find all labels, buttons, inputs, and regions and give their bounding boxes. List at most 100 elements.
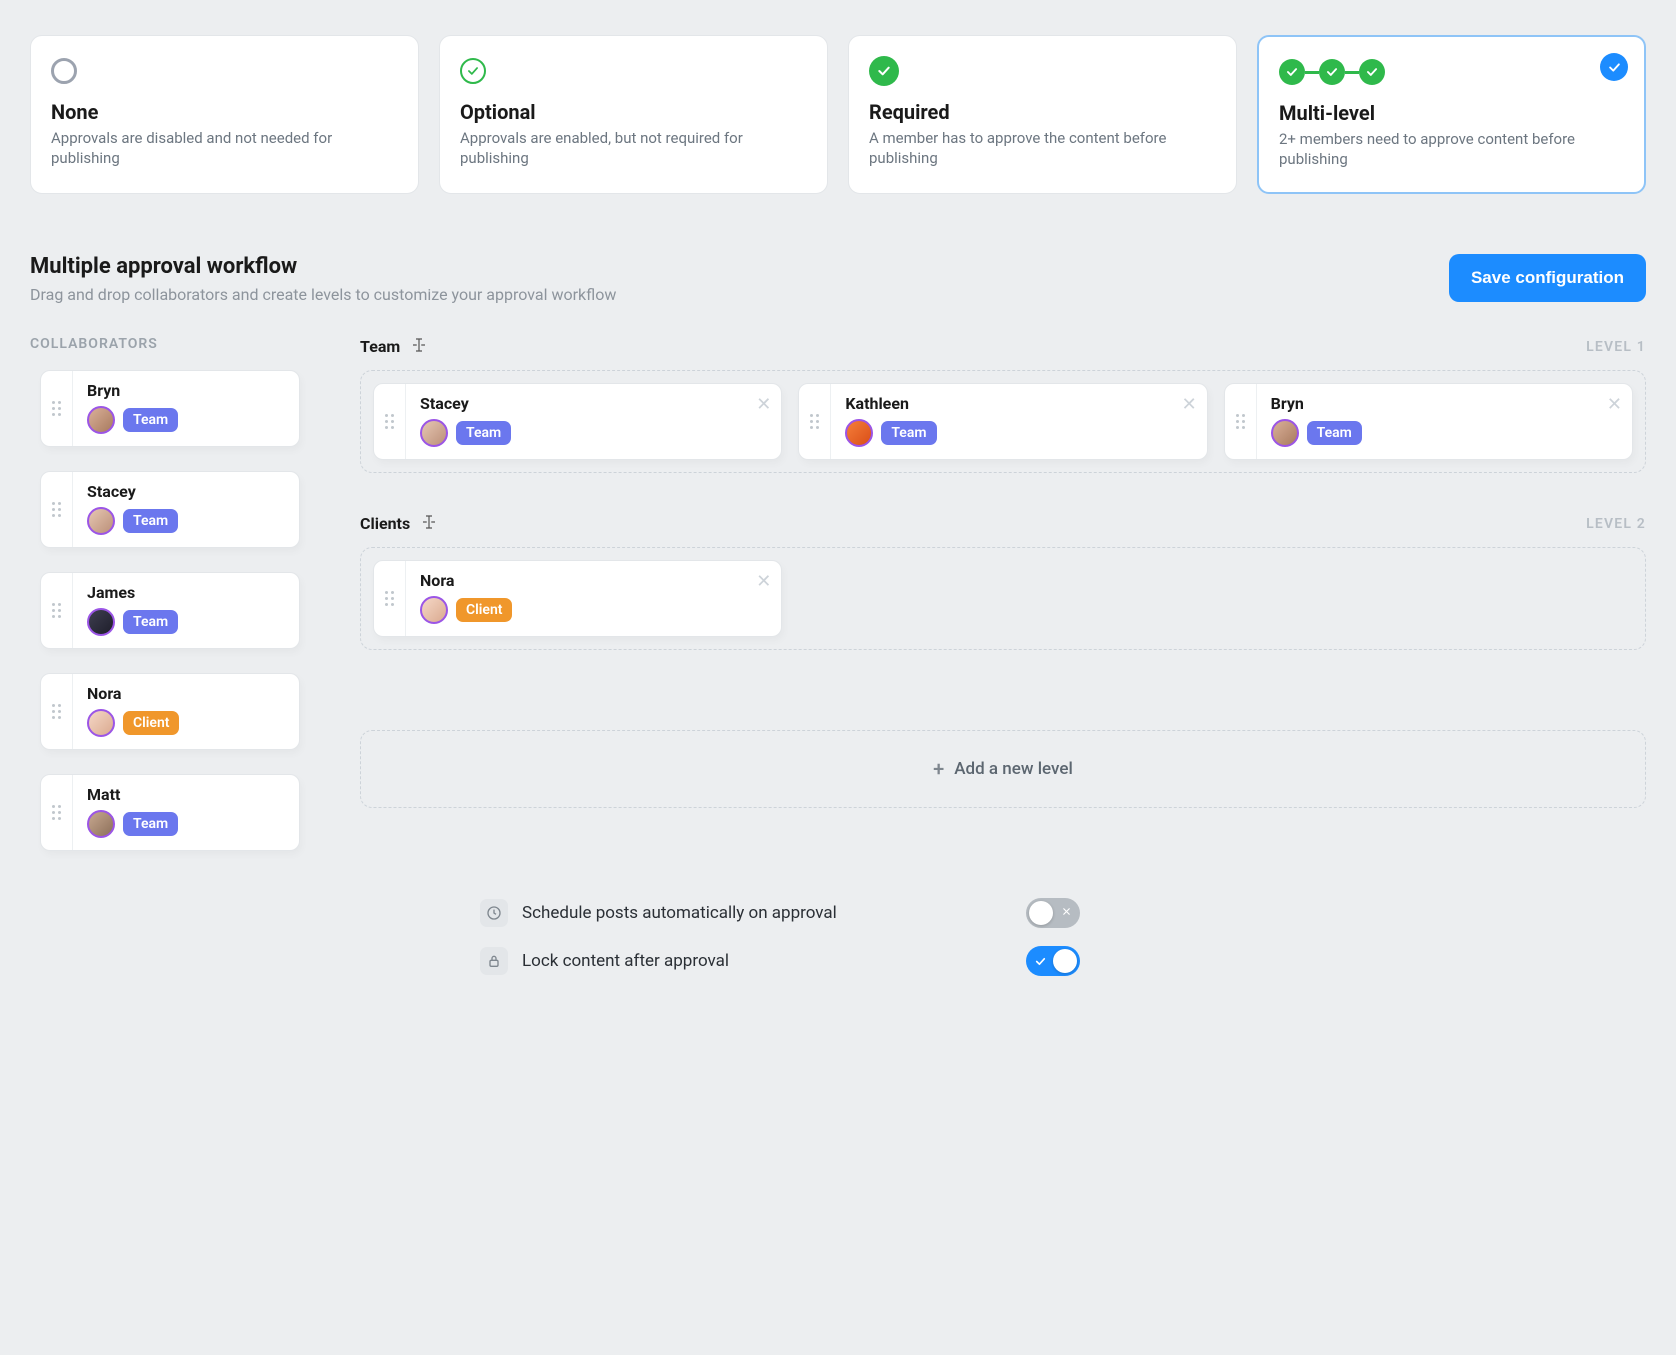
collaborators-column: COLLABORATORS Bryn Team Stacey Team bbox=[30, 336, 300, 851]
person-card[interactable]: Nora Client bbox=[40, 673, 300, 750]
circle-empty-icon bbox=[51, 58, 77, 84]
drag-handle-icon[interactable] bbox=[374, 384, 406, 459]
workflow-title: Multiple approval workflow bbox=[30, 254, 616, 279]
level-dropzone[interactable]: ✕ Stacey Team ✕ Kathleen Team ✕ Bryn bbox=[360, 370, 1646, 473]
lock-icon bbox=[480, 947, 508, 975]
avatar bbox=[420, 596, 448, 624]
rename-level-icon[interactable] bbox=[410, 336, 428, 358]
drag-handle-icon[interactable] bbox=[41, 775, 73, 850]
approval-options-row: None Approvals are disabled and not need… bbox=[30, 35, 1646, 194]
drag-handle-icon[interactable] bbox=[799, 384, 831, 459]
drag-handle-icon[interactable] bbox=[1225, 384, 1257, 459]
option-required-desc: A member has to approve the content befo… bbox=[869, 128, 1216, 169]
level-number: LEVEL 2 bbox=[1586, 516, 1646, 532]
check-outline-icon bbox=[460, 58, 486, 84]
role-tag: Team bbox=[881, 421, 936, 445]
workflow-body: COLLABORATORS Bryn Team Stacey Team bbox=[30, 336, 1646, 976]
role-tag: Team bbox=[123, 408, 178, 432]
drag-handle-icon[interactable] bbox=[374, 561, 406, 636]
option-none[interactable]: None Approvals are disabled and not need… bbox=[30, 35, 419, 194]
remove-person-icon[interactable]: ✕ bbox=[1607, 394, 1622, 415]
save-configuration-button[interactable]: Save configuration bbox=[1449, 254, 1646, 302]
lock-toggle[interactable] bbox=[1026, 946, 1080, 976]
add-level-button[interactable]: + Add a new level bbox=[360, 730, 1646, 808]
option-none-desc: Approvals are disabled and not needed fo… bbox=[51, 128, 398, 169]
avatar bbox=[87, 406, 115, 434]
person-name: Nora bbox=[87, 684, 285, 703]
person-card[interactable]: Matt Team bbox=[40, 774, 300, 851]
collaborators-list: Bryn Team Stacey Team James bbox=[30, 370, 300, 851]
remove-person-icon[interactable]: ✕ bbox=[756, 394, 771, 415]
add-level-label: Add a new level bbox=[954, 759, 1073, 779]
option-multi-desc: 2+ members need to approve content befor… bbox=[1279, 129, 1624, 170]
person-name: James bbox=[87, 583, 285, 602]
person-card[interactable]: ✕ Bryn Team bbox=[1224, 383, 1633, 460]
person-card[interactable]: Stacey Team bbox=[40, 471, 300, 548]
role-tag: Team bbox=[123, 610, 178, 634]
person-name: Bryn bbox=[1271, 394, 1618, 413]
drag-handle-icon[interactable] bbox=[41, 573, 73, 648]
person-name: Bryn bbox=[87, 381, 285, 400]
person-name: Stacey bbox=[87, 482, 285, 501]
setting-schedule-label: Schedule posts automatically on approval bbox=[522, 903, 1012, 923]
level-number: LEVEL 1 bbox=[1586, 339, 1646, 355]
setting-lock-row: Lock content after approval bbox=[480, 946, 1080, 976]
approval-settings: Schedule posts automatically on approval… bbox=[480, 898, 1646, 976]
person-card[interactable]: James Team bbox=[40, 572, 300, 649]
level-name: Clients bbox=[360, 514, 410, 533]
option-none-title: None bbox=[51, 100, 398, 124]
check-badge-icon bbox=[869, 56, 899, 86]
role-tag: Team bbox=[1307, 421, 1362, 445]
role-tag: Team bbox=[123, 812, 178, 836]
avatar bbox=[1271, 419, 1299, 447]
person-card[interactable]: ✕ Stacey Team bbox=[373, 383, 782, 460]
avatar bbox=[420, 419, 448, 447]
person-name: Stacey bbox=[420, 394, 767, 413]
plus-icon: + bbox=[933, 757, 944, 781]
avatar bbox=[87, 507, 115, 535]
option-optional-icon-wrap bbox=[460, 56, 807, 86]
rename-level-icon[interactable] bbox=[420, 513, 438, 535]
option-multi-icon-wrap bbox=[1279, 57, 1624, 87]
avatar bbox=[87, 608, 115, 636]
person-name: Nora bbox=[420, 571, 767, 590]
person-card[interactable]: ✕ Kathleen Team bbox=[798, 383, 1207, 460]
option-optional[interactable]: Optional Approvals are enabled, but not … bbox=[439, 35, 828, 194]
option-optional-desc: Approvals are enabled, but not required … bbox=[460, 128, 807, 169]
drag-handle-icon[interactable] bbox=[41, 371, 73, 446]
check-chain-icon bbox=[1279, 59, 1385, 85]
person-name: Kathleen bbox=[845, 394, 1192, 413]
collaborators-label: COLLABORATORS bbox=[30, 336, 300, 352]
setting-lock-label: Lock content after approval bbox=[522, 951, 1012, 971]
approval-level: Team LEVEL 1 ✕ Stacey Team ✕ Kathl bbox=[360, 336, 1646, 473]
role-tag: Client bbox=[123, 711, 179, 735]
schedule-toggle[interactable] bbox=[1026, 898, 1080, 928]
level-dropzone[interactable]: ✕ Nora Client bbox=[360, 547, 1646, 650]
level-name: Team bbox=[360, 337, 400, 356]
avatar bbox=[87, 810, 115, 838]
person-card[interactable]: ✕ Nora Client bbox=[373, 560, 782, 637]
setting-schedule-row: Schedule posts automatically on approval bbox=[480, 898, 1080, 928]
drag-handle-icon[interactable] bbox=[41, 472, 73, 547]
option-multi-title: Multi-level bbox=[1279, 101, 1624, 125]
option-optional-title: Optional bbox=[460, 100, 807, 124]
person-name: Matt bbox=[87, 785, 285, 804]
option-none-icon-wrap bbox=[51, 56, 398, 86]
option-required-title: Required bbox=[869, 100, 1216, 124]
role-tag: Team bbox=[123, 509, 178, 533]
drag-handle-icon[interactable] bbox=[41, 674, 73, 749]
avatar bbox=[845, 419, 873, 447]
clock-icon bbox=[480, 899, 508, 927]
workflow-section-header: Multiple approval workflow Drag and drop… bbox=[30, 254, 1646, 304]
option-required[interactable]: Required A member has to approve the con… bbox=[848, 35, 1237, 194]
workflow-subtitle: Drag and drop collaborators and create l… bbox=[30, 285, 616, 304]
option-multi-level[interactable]: Multi-level 2+ members need to approve c… bbox=[1257, 35, 1646, 194]
approval-level: Clients LEVEL 2 ✕ Nora Client bbox=[360, 513, 1646, 650]
remove-person-icon[interactable]: ✕ bbox=[1182, 394, 1197, 415]
avatar bbox=[87, 709, 115, 737]
remove-person-icon[interactable]: ✕ bbox=[756, 571, 771, 592]
role-tag: Team bbox=[456, 421, 511, 445]
option-required-icon-wrap bbox=[869, 56, 1216, 86]
selected-check-icon bbox=[1600, 53, 1628, 81]
person-card[interactable]: Bryn Team bbox=[40, 370, 300, 447]
